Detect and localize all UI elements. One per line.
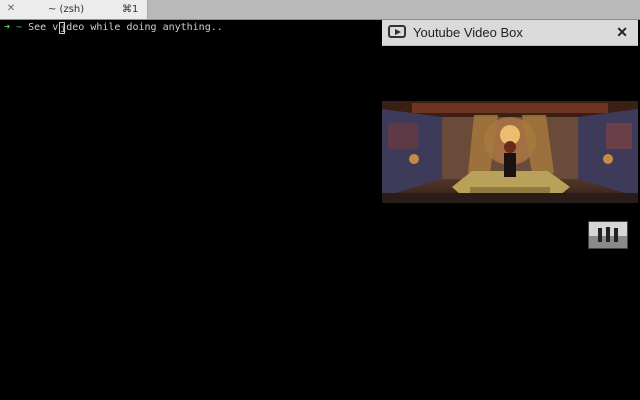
video-thumbnail[interactable] xyxy=(588,221,628,249)
tab-bar: ✕ ~ (zsh) ⌘1 xyxy=(0,0,640,20)
close-icon[interactable]: ✕ xyxy=(5,3,17,15)
youtube-play-icon xyxy=(388,25,406,38)
video-box-title: Youtube Video Box xyxy=(413,25,523,40)
video-box-header[interactable]: Youtube Video Box ✕ xyxy=(382,20,638,46)
prompt-arrow-icon: ➜ xyxy=(4,22,11,33)
video-player[interactable] xyxy=(382,101,638,203)
thumbnail-image xyxy=(589,222,627,248)
text-cursor: i xyxy=(59,22,67,35)
tab-zsh[interactable]: ✕ ~ (zsh) ⌘1 xyxy=(0,0,148,19)
tab-shortcut: ⌘1 xyxy=(122,4,139,15)
close-video-button[interactable]: ✕ xyxy=(616,24,628,40)
tab-title: ~ (zsh) xyxy=(48,4,85,15)
command-text-before-cursor: See v xyxy=(28,22,59,33)
command-text-after-cursor: deo while doing anything.. xyxy=(66,22,223,33)
youtube-video-box: Youtube Video Box ✕ xyxy=(382,20,638,204)
prompt-directory: ~ xyxy=(16,22,23,33)
video-frame-image xyxy=(382,101,638,203)
prompt-line: ➜ ~ See v ideo while doing anything.. xyxy=(4,21,223,35)
